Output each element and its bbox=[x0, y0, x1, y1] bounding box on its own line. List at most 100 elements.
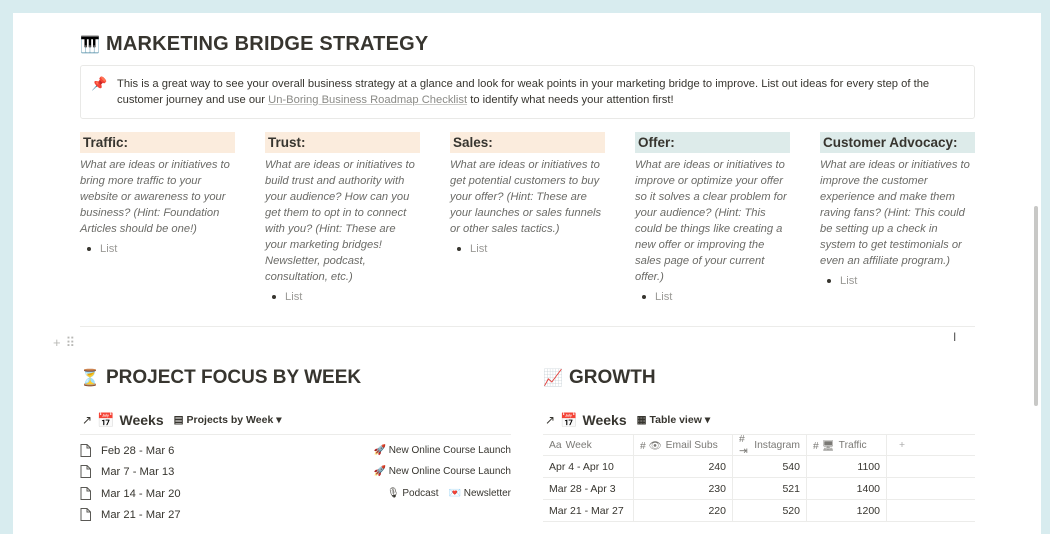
notion-page: 🎹 MARKETING BRIDGE STRATEGY 📌 This is a … bbox=[13, 13, 1041, 534]
list-view-icon: ▤ bbox=[173, 414, 184, 426]
project-focus-title: PROJECT FOCUS BY WEEK bbox=[106, 367, 362, 388]
list-placeholder: List bbox=[840, 275, 858, 287]
week-cell[interactable]: Mar 21 - Mar 27 bbox=[543, 500, 634, 521]
tag-label: New Online Course Launch bbox=[388, 445, 511, 456]
number-property-icon: # 🖥 bbox=[813, 440, 835, 452]
traffic-cell[interactable]: 1200 bbox=[807, 500, 887, 521]
column-header-email-subs[interactable]: # 👁 Email Subs bbox=[634, 435, 733, 455]
page-icon bbox=[80, 465, 94, 479]
linked-db-arrow-icon[interactable]: ↗ bbox=[82, 413, 92, 427]
week-title: Mar 21 - Mar 27 bbox=[101, 508, 181, 521]
page-icon bbox=[80, 508, 94, 522]
offer-heading: Offer: bbox=[635, 132, 790, 153]
column-header-instagram[interactable]: # ⇥ Instagram bbox=[733, 433, 807, 457]
table-row[interactable]: Mar 28 - Apr 3 230 521 1400 bbox=[543, 478, 975, 500]
offer-list-item[interactable]: List bbox=[635, 289, 790, 305]
linked-db-arrow-icon[interactable]: ↗ bbox=[545, 413, 555, 427]
project-db-divider bbox=[80, 434, 511, 435]
section-divider bbox=[80, 326, 975, 327]
table-row[interactable]: Apr 4 - Apr 10 240 540 1100 bbox=[543, 456, 975, 478]
chart-increasing-icon: 📈 bbox=[543, 370, 563, 387]
sales-list-item[interactable]: List bbox=[450, 241, 605, 257]
tag-label: New Online Course Launch bbox=[388, 466, 511, 477]
page-icon bbox=[80, 487, 94, 501]
week-cell[interactable]: Apr 4 - Apr 10 bbox=[543, 456, 634, 477]
week-title: Mar 7 - Mar 13 bbox=[101, 465, 175, 478]
week-cell[interactable]: Mar 28 - Apr 3 bbox=[543, 478, 634, 499]
traffic-cell[interactable]: 1400 bbox=[807, 478, 887, 499]
trust-description: What are ideas or initiatives to build t… bbox=[265, 159, 415, 283]
growth-db-header: ↗ 📅 Weeks ▦ Table view ▾ bbox=[545, 410, 710, 430]
bullet-icon bbox=[642, 295, 646, 299]
empty-cell bbox=[887, 478, 917, 499]
calendar-icon: 📅 bbox=[97, 411, 115, 428]
growth-db-name[interactable]: Weeks bbox=[583, 412, 627, 428]
project-tag[interactable]: 🚀 New Online Course Launch bbox=[373, 445, 511, 456]
column-label: Traffic bbox=[838, 439, 867, 451]
bullet-icon bbox=[87, 247, 91, 251]
sales-heading: Sales: bbox=[450, 132, 605, 153]
table-row[interactable]: Mar 21 - Mar 27 220 520 1200 bbox=[543, 500, 975, 522]
list-item[interactable]: Mar 7 - Mar 13 🚀 New Online Course Launc… bbox=[80, 461, 511, 482]
offer-column: Offer: What are ideas or initiatives to … bbox=[635, 132, 790, 305]
traffic-description: What are ideas or initiatives to bring m… bbox=[80, 159, 230, 235]
drag-handle-icon[interactable]: ⠿ bbox=[66, 335, 76, 351]
list-item[interactable]: Feb 28 - Mar 6 🚀 New Online Course Launc… bbox=[80, 440, 511, 461]
table-view-icon: ▦ bbox=[636, 414, 647, 426]
roadmap-checklist-link[interactable]: Un-Boring Business Roadmap Checklist bbox=[268, 94, 467, 106]
page-scrollbar[interactable] bbox=[1034, 206, 1038, 406]
empty-cell bbox=[887, 500, 917, 521]
callout-text-after: to identify what needs your attention fi… bbox=[467, 94, 674, 106]
growth-table: Aa Week # 👁 Email Subs # ⇥ Instagram # 🖥 Tra… bbox=[543, 434, 975, 522]
email-subs-cell[interactable]: 220 bbox=[634, 500, 733, 521]
project-tag[interactable]: 🚀 New Online Course Launch bbox=[373, 466, 511, 477]
microphone-icon: 🎙 bbox=[386, 488, 400, 499]
bullet-icon bbox=[457, 247, 461, 251]
number-property-icon: # 👁 bbox=[640, 440, 662, 452]
traffic-list-item[interactable]: List bbox=[80, 241, 235, 257]
instagram-cell[interactable]: 540 bbox=[733, 456, 807, 477]
list-placeholder: List bbox=[100, 243, 118, 255]
tag-label: Podcast bbox=[402, 488, 439, 499]
traffic-cell[interactable]: 1100 bbox=[807, 456, 887, 477]
email-subs-cell[interactable]: 230 bbox=[634, 478, 733, 499]
chevron-down-icon: ▾ bbox=[704, 414, 711, 426]
customer-advocacy-description: What are ideas or initiatives to improve… bbox=[820, 159, 970, 267]
column-header-week[interactable]: Aa Week bbox=[543, 435, 634, 455]
customer-advocacy-list-item[interactable]: List bbox=[820, 273, 975, 289]
sales-column: Sales: What are ideas or initiatives to … bbox=[450, 132, 605, 257]
project-view-label: Projects by Week bbox=[186, 414, 274, 426]
customer-advocacy-column: Customer Advocacy: What are ideas or ini… bbox=[820, 132, 975, 289]
trust-list-item[interactable]: List bbox=[265, 289, 420, 305]
instagram-cell[interactable]: 520 bbox=[733, 500, 807, 521]
list-placeholder: List bbox=[470, 243, 488, 255]
sales-description: What are ideas or initiatives to get pot… bbox=[450, 159, 602, 235]
column-header-traffic[interactable]: # 🖥 Traffic bbox=[807, 435, 887, 455]
project-tag[interactable]: 🎙 Podcast bbox=[387, 488, 439, 499]
list-item[interactable]: Mar 14 - Mar 20 🎙 Podcast 💌 Newsletter bbox=[80, 483, 511, 504]
project-db-header: ↗ 📅 Weeks ▤ Projects by Week ▾ bbox=[82, 410, 282, 430]
list-item[interactable]: Mar 21 - Mar 27 bbox=[80, 504, 511, 525]
project-tag[interactable]: 💌 Newsletter bbox=[449, 488, 511, 499]
instagram-cell[interactable]: 521 bbox=[733, 478, 807, 499]
growth-view-switcher[interactable]: ▦ Table view ▾ bbox=[637, 414, 711, 426]
email-subs-cell[interactable]: 240 bbox=[634, 456, 733, 477]
add-block-icon[interactable]: + bbox=[53, 335, 61, 351]
text-property-icon: Aa bbox=[549, 439, 562, 451]
project-db-name[interactable]: Weeks bbox=[120, 412, 164, 428]
project-focus-heading: ⏳ PROJECT FOCUS BY WEEK bbox=[80, 367, 361, 389]
add-property-icon[interactable]: + bbox=[887, 435, 917, 455]
text-cursor-icon: I bbox=[953, 330, 957, 344]
marketing-title: MARKETING BRIDGE STRATEGY bbox=[106, 33, 429, 55]
number-property-icon: # ⇥ bbox=[739, 433, 748, 457]
bullet-icon bbox=[272, 295, 276, 299]
column-label: Week bbox=[565, 439, 592, 451]
project-view-switcher[interactable]: ▤ Projects by Week ▾ bbox=[174, 414, 282, 426]
growth-title: GROWTH bbox=[569, 367, 656, 388]
block-gutter: + ⠿ bbox=[53, 335, 75, 351]
hourglass-icon: ⏳ bbox=[80, 370, 100, 387]
table-header-row: Aa Week # 👁 Email Subs # ⇥ Instagram # 🖥 Tra… bbox=[543, 433, 975, 457]
pushpin-icon: 📌 bbox=[91, 76, 108, 91]
calendar-icon: 📅 bbox=[560, 411, 578, 428]
trust-column: Trust: What are ideas or initiatives to … bbox=[265, 132, 420, 305]
